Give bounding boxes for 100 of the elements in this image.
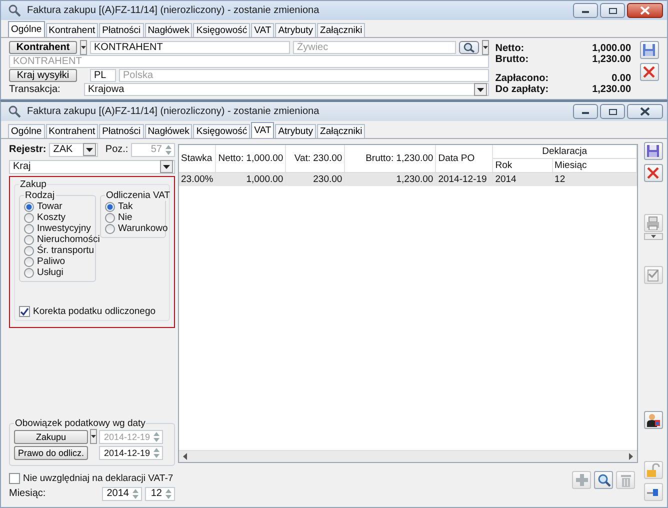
- radio-label: Inwestycyjny: [37, 223, 91, 234]
- contractor-code-field[interactable]: KONTRAHENT: [90, 41, 290, 54]
- total-label: Do zapłaty:: [495, 84, 549, 95]
- total-value: 1,000.00: [592, 43, 632, 54]
- radio-button[interactable]: [105, 224, 115, 234]
- month-label: Miesiąc:: [9, 488, 47, 499]
- save-icon[interactable]: [644, 142, 662, 160]
- radio-button[interactable]: [24, 224, 34, 234]
- close-icon[interactable]: [640, 63, 659, 81]
- close-button[interactable]: [627, 104, 663, 119]
- scroll-right-icon[interactable]: [628, 453, 634, 460]
- tab[interactable]: Płatności: [99, 124, 144, 138]
- position-label: Poz.:: [104, 144, 128, 155]
- radio-label: Paliwo: [37, 256, 65, 267]
- register-dropdown[interactable]: ZAK: [49, 142, 98, 156]
- tab[interactable]: VAT: [251, 23, 274, 37]
- radio-button[interactable]: [24, 202, 34, 212]
- tab[interactable]: Księgowość: [193, 23, 250, 37]
- contractor-button[interactable]: Kontrahent: [9, 41, 77, 54]
- window-title: Faktura zakupu [(A)FZ-11/14] (nierozliczony) - zostanie zmieniona: [27, 5, 320, 16]
- checkbox[interactable]: [9, 473, 20, 484]
- flag-icon[interactable]: [644, 483, 662, 501]
- tab[interactable]: Księgowość: [193, 124, 250, 138]
- tab[interactable]: Nagłówek: [144, 23, 192, 37]
- printer-icon[interactable]: [644, 214, 662, 232]
- maximize-button[interactable]: [600, 3, 625, 18]
- tab[interactable]: Załączniki: [317, 124, 366, 138]
- table-cell: 2014-12-19: [436, 172, 493, 186]
- table-cell: 1,230.00: [344, 172, 436, 186]
- column-header[interactable]: Netto: 1,000.00: [216, 145, 286, 172]
- tab[interactable]: Atrybuty: [275, 23, 316, 37]
- search-icon[interactable]: [594, 471, 613, 489]
- checkbox-label: Nie uwzględniaj na deklaracji VAT-7: [23, 473, 174, 484]
- tab[interactable]: Kontrahent: [46, 124, 98, 138]
- checkbox-label: Korekta podatku odliczonego: [33, 306, 156, 317]
- search-icon: [8, 4, 21, 17]
- radio-button[interactable]: [24, 268, 34, 278]
- minimize-button[interactable]: [573, 3, 598, 18]
- group-title: Zakup: [19, 179, 48, 190]
- total-value: 0.00: [612, 73, 632, 84]
- tab[interactable]: Płatności: [99, 23, 144, 37]
- tab[interactable]: Kontrahent: [46, 23, 98, 37]
- window-title: Faktura zakupu [(A)FZ-11/14] (nierozliczony) - zostanie zmieniona: [27, 106, 320, 117]
- radio-button[interactable]: [105, 212, 115, 222]
- search-button[interactable]: [459, 41, 480, 54]
- country-code-field[interactable]: PL: [90, 69, 116, 82]
- total-value: 1,230.00: [592, 84, 632, 95]
- transaction-dropdown[interactable]: Krajowa: [84, 83, 490, 96]
- radio-label: Nieruchomości: [37, 234, 100, 245]
- column-header[interactable]: Brutto: 1,230.00: [344, 145, 436, 172]
- column-header[interactable]: Vat: 230.00: [286, 145, 345, 172]
- register-label: Rejestr:: [9, 144, 46, 155]
- spinner-icon[interactable]: [152, 446, 161, 460]
- radio-button[interactable]: [24, 246, 34, 256]
- country-dropdown[interactable]: Kraj: [9, 160, 175, 174]
- checklist-icon[interactable]: [644, 266, 662, 284]
- radio-button[interactable]: [24, 256, 34, 266]
- tab[interactable]: Atrybuty: [275, 124, 316, 138]
- group-title: Odliczenia VAT: [105, 190, 172, 201]
- table-cell: 1,000.00: [216, 172, 286, 186]
- horizontal-scrollbar[interactable]: [179, 450, 637, 462]
- maximize-icon: [608, 6, 618, 14]
- radio-label: Warunkowo: [118, 223, 168, 234]
- close-button[interactable]: [627, 3, 663, 18]
- tab[interactable]: Załączniki: [317, 23, 366, 37]
- total-label: Zapłacono:: [495, 73, 549, 84]
- table-cell: 23.00%: [179, 172, 216, 186]
- date-field[interactable]: 2014-12-19: [99, 446, 163, 460]
- tab[interactable]: Ogólne: [8, 124, 45, 138]
- minimize-button[interactable]: [573, 104, 598, 119]
- maximize-button[interactable]: [600, 104, 625, 119]
- group-title: Rodzaj: [24, 190, 56, 201]
- checkbox[interactable]: [19, 306, 30, 317]
- country-button[interactable]: Kraj wysyłki: [9, 69, 77, 82]
- radio-label: Nie: [118, 212, 132, 223]
- tab[interactable]: Ogólne: [8, 21, 45, 37]
- transaction-label: Transakcja:: [9, 84, 62, 95]
- close-icon[interactable]: [644, 164, 662, 182]
- radio-button[interactable]: [24, 234, 34, 244]
- column-header[interactable]: Rok: [492, 158, 552, 172]
- spinner-icon[interactable]: [131, 486, 140, 500]
- column-group-header: Deklaracja: [492, 145, 636, 158]
- total-value: 1,230.00: [592, 54, 632, 65]
- column-header[interactable]: Data PO: [436, 145, 493, 172]
- date-type-button[interactable]: Prawo do odlicz.: [14, 446, 88, 460]
- spinner-icon[interactable]: [164, 486, 173, 500]
- tab[interactable]: Nagłówek: [144, 124, 192, 138]
- radio-button[interactable]: [24, 212, 34, 222]
- person-icon[interactable]: [644, 411, 662, 429]
- radio-button[interactable]: [105, 202, 115, 212]
- year-field[interactable]: 2014: [102, 486, 142, 500]
- column-header[interactable]: Stawka: [179, 145, 216, 172]
- radio-label: Koszty: [37, 212, 66, 223]
- save-icon[interactable]: [640, 41, 659, 59]
- tab[interactable]: VAT: [251, 122, 274, 138]
- maximize-icon: [608, 108, 618, 116]
- column-header[interactable]: Miesiąc: [552, 158, 636, 172]
- month-field[interactable]: 12: [145, 486, 175, 500]
- scroll-left-icon[interactable]: [182, 453, 188, 460]
- search-icon: [8, 105, 21, 118]
